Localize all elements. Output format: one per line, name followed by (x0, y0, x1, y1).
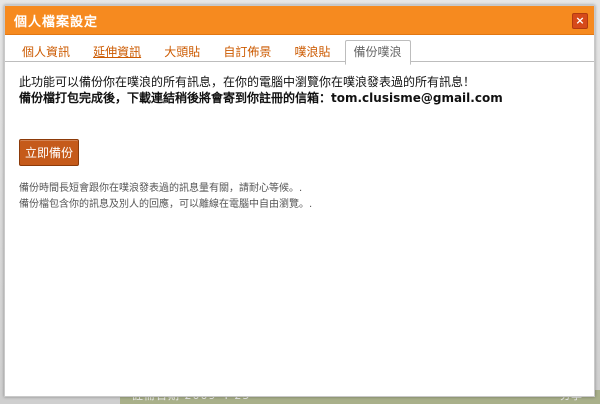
tab-backup-plurk[interactable]: 備份噗浪 (344, 40, 411, 65)
close-button[interactable]: × (572, 13, 588, 29)
intro-line-2-text: 備份檔打包完成後，下載連結稍後將會寄到你註冊的信箱： (19, 91, 332, 105)
backup-now-button[interactable]: 立即備份 (19, 139, 80, 166)
tab-extended-info[interactable]: 延伸資訊 (84, 41, 150, 62)
note-1: 備份時間長短會跟你在噗浪發表過的訊息量有關，請耐心等候。. (19, 183, 303, 194)
tab-plurk-sticker[interactable]: 噗浪貼 (285, 41, 339, 62)
intro-line-1: 此功能可以備份你在噗浪的所有訊息，在你的電腦中瀏覽你在噗浪發表過的所有訊息！ (19, 75, 476, 89)
note-2: 備份檔包含你的訊息及別人的回應，可以離線在電腦中自由瀏覽。. (19, 199, 313, 210)
backup-content: 此功能可以備份你在噗浪的所有訊息，在你的電腦中瀏覽你在噗浪發表過的所有訊息！ 備… (5, 62, 594, 213)
backup-notes: 備份時間長短會跟你在噗浪發表過的訊息量有關，請耐心等候。. 備份檔包含你的訊息及… (19, 181, 580, 213)
settings-tabs: 個人資訊 延伸資訊 大頭貼 自訂佈景 噗浪貼 備份噗浪 (5, 37, 594, 65)
profile-settings-dialog: 個人檔案設定 × 個人資訊 延伸資訊 大頭貼 自訂佈景 噗浪貼 備份噗浪 此功能… (4, 5, 595, 397)
backup-intro: 此功能可以備份你在噗浪的所有訊息，在你的電腦中瀏覽你在噗浪發表過的所有訊息！ 備… (19, 74, 580, 106)
intro-line-2: 備份檔打包完成後，下載連結稍後將會寄到你註冊的信箱：tom.clusisme@g… (19, 90, 580, 106)
registered-email: tom.clusisme@gmail.com (331, 91, 503, 105)
close-icon: × (575, 14, 585, 27)
dialog-titlebar: 個人檔案設定 × (5, 6, 594, 35)
tab-avatar[interactable]: 大頭貼 (155, 41, 209, 62)
tab-personal-info[interactable]: 個人資訊 (13, 41, 79, 62)
tab-custom-theme[interactable]: 自訂佈景 (214, 41, 280, 62)
dialog-title: 個人檔案設定 (14, 15, 99, 30)
